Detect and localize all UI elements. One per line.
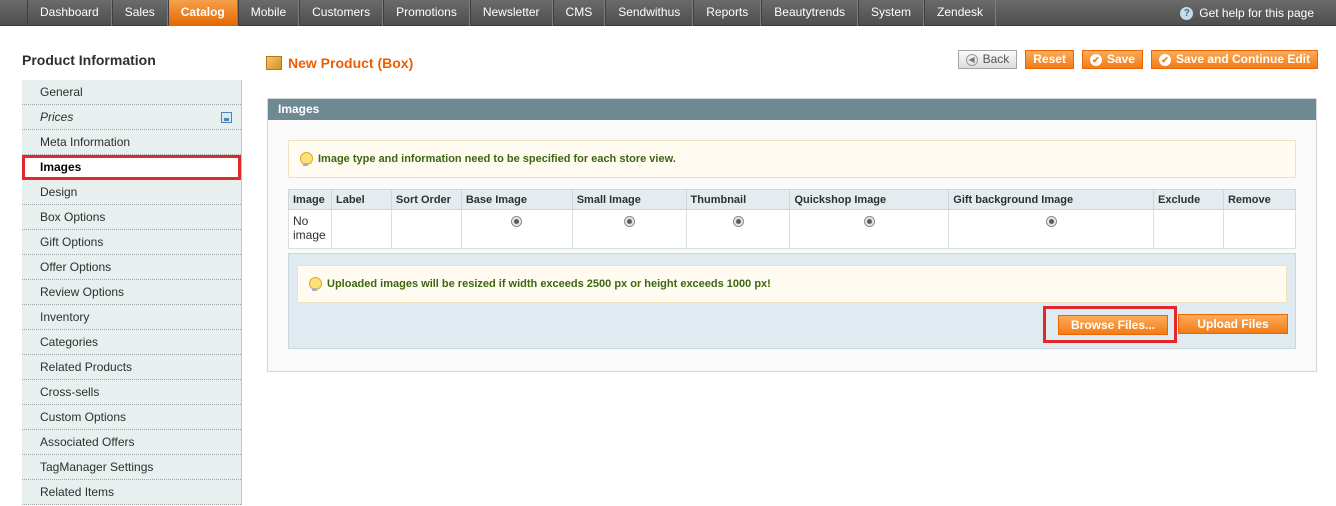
nav-mobile[interactable]: Mobile <box>237 0 300 26</box>
uploader-panel: Uploaded images will be resized if width… <box>288 253 1296 349</box>
grid-header-row: Image Label Sort Order Base Image Small … <box>288 189 1297 210</box>
col-base-image: Base Image <box>460 189 573 210</box>
tab-tagmanager-settings[interactable]: TagManager Settings <box>22 455 241 480</box>
nav-beautytrends[interactable]: Beautytrends <box>761 0 858 26</box>
nav-sendwithus[interactable]: Sendwithus <box>605 0 694 26</box>
section-title: Images <box>268 99 1316 120</box>
tab-prices-label: Prices <box>40 110 74 124</box>
small-image-radio[interactable] <box>623 216 635 227</box>
images-fieldset: Images Image type and information need t… <box>267 98 1317 372</box>
save-label: Save <box>1106 52 1135 66</box>
product-box-icon <box>266 56 282 70</box>
upload-files-button[interactable]: Upload Files <box>1178 314 1288 334</box>
lightbulb-icon <box>308 276 322 292</box>
base-image-cell <box>460 209 573 249</box>
col-gift-background-image: Gift background Image <box>948 189 1154 210</box>
thumbnail-radio[interactable] <box>732 216 744 227</box>
save-continue-label: Save and Continue Edit <box>1175 52 1310 66</box>
nav-sales[interactable]: Sales <box>111 0 168 26</box>
store-view-notice-text: Image type and information need to be sp… <box>318 153 676 165</box>
reset-label: Reset <box>1033 52 1066 66</box>
col-small-image: Small Image <box>571 189 687 210</box>
tab-offer-options[interactable]: Offer Options <box>22 255 241 280</box>
exclude-cell <box>1153 209 1224 249</box>
tab-associated-offers[interactable]: Associated Offers <box>22 430 241 455</box>
tab-cross-sells[interactable]: Cross-sells <box>22 380 241 405</box>
nav-system[interactable]: System <box>858 0 925 26</box>
tab-box-options[interactable]: Box Options <box>22 205 241 230</box>
quickshop-image-radio[interactable] <box>863 216 875 227</box>
gift-background-radio[interactable] <box>1045 216 1057 227</box>
nav-customers[interactable]: Customers <box>299 0 384 26</box>
nav-catalog[interactable]: Catalog <box>167 0 238 26</box>
small-image-cell <box>571 209 687 249</box>
tab-prices[interactable]: Prices <box>22 105 241 130</box>
nav-promotions[interactable]: Promotions <box>383 0 470 26</box>
help-icon: ? <box>1180 6 1194 20</box>
base-image-radio[interactable] <box>511 216 523 227</box>
nav-newsletter[interactable]: Newsletter <box>469 0 553 26</box>
product-info-tabs: General Prices Meta Information Images D… <box>22 80 242 505</box>
tab-custom-options[interactable]: Custom Options <box>22 405 241 430</box>
checkmark-icon: ✔ <box>1089 53 1102 66</box>
gift-background-cell <box>948 209 1154 249</box>
tab-images[interactable]: Images <box>22 155 241 180</box>
tab-related-items[interactable]: Related Items <box>22 480 241 505</box>
tab-design[interactable]: Design <box>22 180 241 205</box>
sidebar-title: Product Information <box>22 52 156 68</box>
tab-meta-information[interactable]: Meta Information <box>22 130 241 155</box>
tab-related-products[interactable]: Related Products <box>22 355 241 380</box>
checkmark-icon: ✔ <box>1158 53 1171 66</box>
page-header: New Product (Box) <box>266 55 413 71</box>
browse-files-button[interactable]: Browse Files... <box>1058 315 1168 335</box>
save-and-continue-button[interactable]: ✔ Save and Continue Edit <box>1150 50 1318 69</box>
save-button[interactable]: ✔ Save <box>1081 50 1143 69</box>
tab-inventory[interactable]: Inventory <box>22 305 241 330</box>
action-buttons: ◀ Back Reset ✔ Save ✔ Save and Continue … <box>957 50 1318 69</box>
changed-save-icon <box>221 112 232 123</box>
back-button[interactable]: ◀ Back <box>957 50 1018 69</box>
upload-files-label: Upload Files <box>1197 316 1269 331</box>
col-remove: Remove <box>1222 189 1297 210</box>
resize-notice-text: Uploaded images will be resized if width… <box>327 278 771 290</box>
help-label: Get help for this page <box>1199 6 1314 20</box>
label-cell <box>330 209 392 249</box>
no-image-cell: No image <box>288 209 332 249</box>
tab-review-options[interactable]: Review Options <box>22 280 241 305</box>
top-navigation: Dashboard Sales Catalog Mobile Customers… <box>0 0 1336 26</box>
col-sort-order: Sort Order <box>390 189 462 210</box>
quickshop-image-cell <box>789 209 950 249</box>
nav-dashboard[interactable]: Dashboard <box>27 0 112 26</box>
store-view-notice: Image type and information need to be sp… <box>288 140 1296 178</box>
tab-gift-options[interactable]: Gift Options <box>22 230 241 255</box>
col-label: Label <box>330 189 392 210</box>
thumbnail-cell <box>685 209 791 249</box>
col-exclude: Exclude <box>1153 189 1224 210</box>
col-image: Image <box>288 189 332 210</box>
reset-button[interactable]: Reset <box>1025 50 1074 69</box>
col-quickshop-image: Quickshop Image <box>789 189 950 210</box>
lightbulb-icon <box>299 151 313 167</box>
back-label: Back <box>982 52 1010 66</box>
back-arrow-icon: ◀ <box>965 53 978 66</box>
col-thumbnail: Thumbnail <box>685 189 791 210</box>
resize-notice: Uploaded images will be resized if width… <box>297 265 1287 303</box>
sort-order-cell <box>390 209 462 249</box>
browse-files-label: Browse Files... <box>1070 317 1156 332</box>
page-title: New Product (Box) <box>288 55 414 71</box>
help-link[interactable]: ? Get help for this page <box>1180 0 1314 26</box>
browse-highlight: Browse Files... <box>1043 306 1177 343</box>
table-row: No image <box>288 209 1297 249</box>
nav-reports[interactable]: Reports <box>693 0 762 26</box>
main-menu: Dashboard Sales Catalog Mobile Customers… <box>27 0 997 26</box>
tab-general[interactable]: General <box>22 80 241 105</box>
remove-cell <box>1222 209 1297 249</box>
tab-categories[interactable]: Categories <box>22 330 241 355</box>
nav-zendesk[interactable]: Zendesk <box>924 0 997 26</box>
nav-cms[interactable]: CMS <box>552 0 606 26</box>
images-grid: Image Label Sort Order Base Image Small … <box>288 189 1297 249</box>
